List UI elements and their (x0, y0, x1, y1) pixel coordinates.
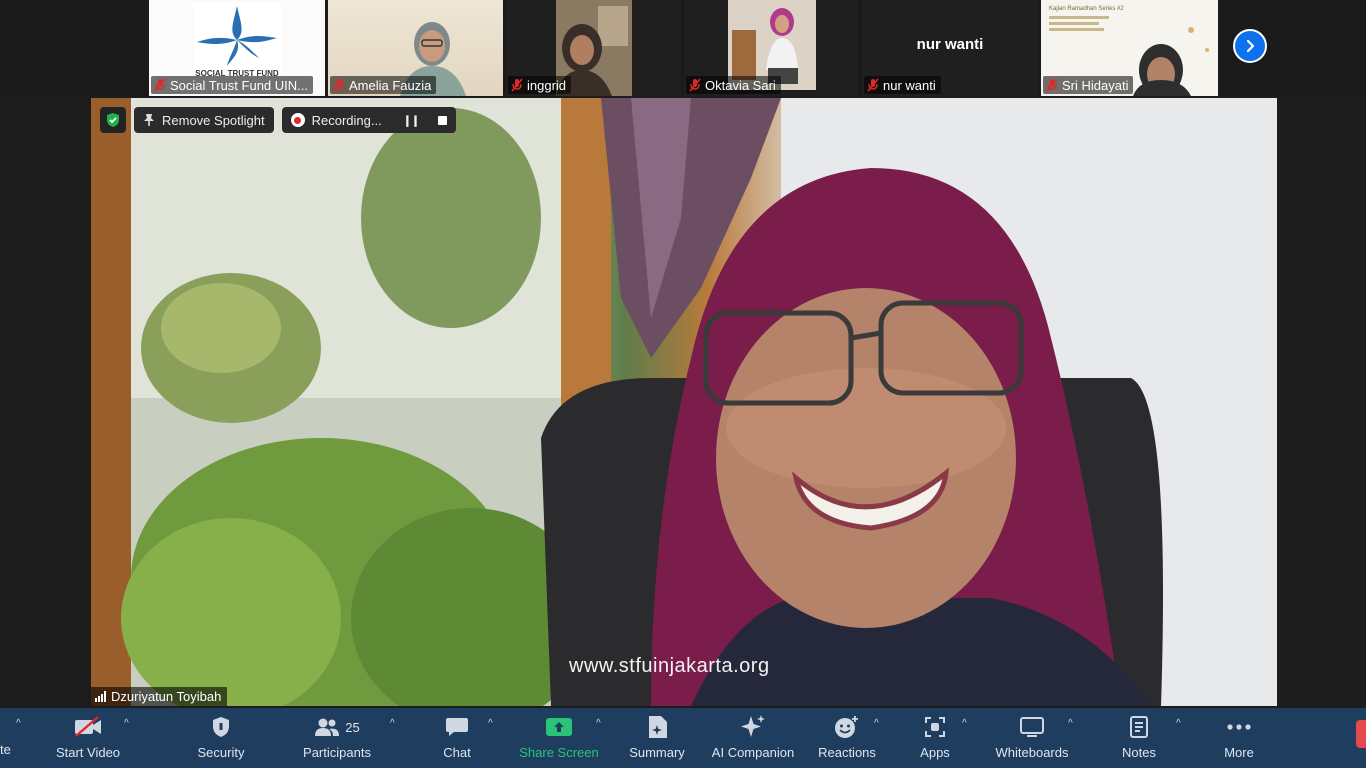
thumbnail-amelia-fauzia[interactable]: Amelia Fauzia (328, 0, 503, 96)
thumbnail-social-trust-fund[interactable]: SOCIAL TRUST FUND Social Trust Fund UIN.… (149, 0, 325, 96)
participant-thumbnail-strip: SOCIAL TRUST FUND Social Trust Fund UIN.… (0, 0, 1366, 96)
share-options-caret[interactable]: ^ (596, 718, 601, 729)
recording-label: Recording... (311, 112, 382, 128)
start-video-button[interactable]: Start Video (52, 712, 124, 764)
thumbnail-nur-wanti[interactable]: nur wanti nur wanti (862, 0, 1038, 96)
notes-label: Notes (1122, 745, 1156, 760)
more-label: More (1224, 745, 1254, 760)
speaker-video-frame (91, 98, 1277, 706)
chat-bubble-icon (446, 718, 468, 736)
thumbnail-sri-hidayati[interactable]: Kajian Ramadhan Series #2 Sri Hidayati (1041, 0, 1218, 96)
video-camera-off-icon (75, 716, 101, 737)
mic-muted-icon (154, 78, 166, 92)
apps-button[interactable]: Apps (912, 712, 958, 764)
participant-name: Oktavia Sari (705, 77, 776, 93)
virtual-background-title: Kajian Ramadhan Series #2 (1049, 6, 1124, 12)
next-page-button[interactable] (1233, 29, 1267, 63)
participants-button[interactable]: 25 Participants (300, 712, 374, 764)
toolbar-edge-label: te (0, 742, 11, 757)
more-dots-icon (1227, 724, 1251, 730)
notes-icon (1130, 716, 1148, 738)
participant-name: nur wanti (883, 77, 936, 93)
chat-button[interactable]: Chat (436, 712, 478, 764)
sparkle-icon (741, 715, 765, 737)
emoji-reaction-icon (835, 716, 858, 738)
remove-spotlight-label: Remove Spotlight (162, 112, 265, 128)
security-button[interactable]: Security (190, 712, 252, 764)
meeting-toolbar: te ^ Start Video ^ Security 25 Participa… (0, 708, 1366, 768)
participant-name-tag: Social Trust Fund UIN... (151, 76, 313, 94)
participant-name-tag: Amelia Fauzia (330, 76, 437, 94)
whiteboard-icon (1020, 717, 1044, 737)
participants-icon (315, 718, 340, 736)
participant-video-off-name: nur wanti (916, 36, 984, 53)
notes-options-caret[interactable]: ^ (1176, 718, 1181, 729)
summary-label: Summary (629, 745, 685, 760)
participant-name-tag: Sri Hidayati (1043, 76, 1134, 94)
pause-recording-icon[interactable]: ❙❙ (403, 114, 420, 127)
stop-recording-icon[interactable] (438, 115, 448, 125)
summary-button[interactable]: Summary (626, 712, 688, 764)
thumbnail-inggrid[interactable]: inggrid (506, 0, 681, 96)
share-screen-button[interactable]: Share Screen (518, 712, 600, 764)
participant-name: Amelia Fauzia (349, 77, 432, 93)
shield-icon (213, 717, 229, 737)
ai-companion-button[interactable]: AI Companion (708, 712, 798, 764)
whiteboards-options-caret[interactable]: ^ (1068, 718, 1073, 729)
apps-label: Apps (920, 745, 950, 760)
participants-label: Participants (303, 745, 371, 760)
connection-signal-icon (95, 691, 106, 702)
video-options-caret[interactable]: ^ (124, 718, 129, 729)
more-button[interactable]: More (1218, 712, 1260, 764)
mic-muted-icon (511, 78, 523, 92)
spotlight-video[interactable] (91, 98, 1277, 706)
share-screen-label: Share Screen (519, 745, 599, 760)
remove-spotlight-button[interactable]: Remove Spotlight (134, 107, 274, 133)
video-overlay-controls: Remove Spotlight Recording... ❙❙ (100, 107, 457, 133)
participant-name-tag: Oktavia Sari (686, 76, 781, 94)
participant-name: inggrid (527, 77, 567, 93)
mic-muted-icon (867, 78, 879, 92)
whiteboards-label: Whiteboards (995, 745, 1069, 760)
recording-indicator: Recording... ❙❙ (281, 107, 457, 133)
participant-name: Sri Hidayati (1062, 77, 1129, 93)
pin-icon (144, 114, 154, 126)
chat-options-caret[interactable]: ^ (488, 718, 493, 729)
record-icon (290, 113, 305, 127)
participants-options-caret[interactable]: ^ (390, 718, 395, 729)
share-screen-icon (546, 718, 572, 736)
mic-muted-icon (333, 78, 345, 92)
apps-icon (925, 717, 945, 737)
watermark-url: www.stfuinjakarta.org (569, 655, 770, 677)
participant-name-tag: nur wanti (864, 76, 941, 94)
audio-options-caret[interactable]: ^ (16, 718, 21, 729)
participant-name-tag: inggrid (508, 76, 572, 94)
end-meeting-button-edge[interactable] (1356, 720, 1366, 748)
speaker-name: Dzuriyatun Toyibah (111, 689, 222, 704)
security-label: Security (197, 745, 245, 760)
reactions-options-caret[interactable]: ^ (874, 718, 879, 729)
chat-label: Chat (443, 745, 471, 760)
apps-options-caret[interactable]: ^ (962, 718, 967, 729)
mic-muted-icon (1046, 78, 1058, 92)
participants-count: 25 (345, 719, 360, 735)
whiteboards-button[interactable]: Whiteboards (992, 712, 1072, 764)
thumbnail-oktavia-sari[interactable]: Oktavia Sari (684, 0, 859, 96)
participant-name: Social Trust Fund UIN... (170, 77, 308, 93)
chevron-right-icon (1246, 39, 1255, 53)
shield-check-icon (107, 113, 119, 127)
encryption-shield-badge[interactable] (100, 107, 126, 133)
ai-companion-label: AI Companion (711, 745, 795, 760)
summary-document-icon (649, 716, 667, 738)
notes-button[interactable]: Notes (1118, 712, 1160, 764)
mic-muted-icon (689, 78, 701, 92)
reactions-button[interactable]: Reactions (816, 712, 878, 764)
active-speaker-name-tag: Dzuriyatun Toyibah (91, 687, 228, 706)
reactions-label: Reactions (818, 745, 876, 760)
start-video-label: Start Video (55, 745, 121, 760)
